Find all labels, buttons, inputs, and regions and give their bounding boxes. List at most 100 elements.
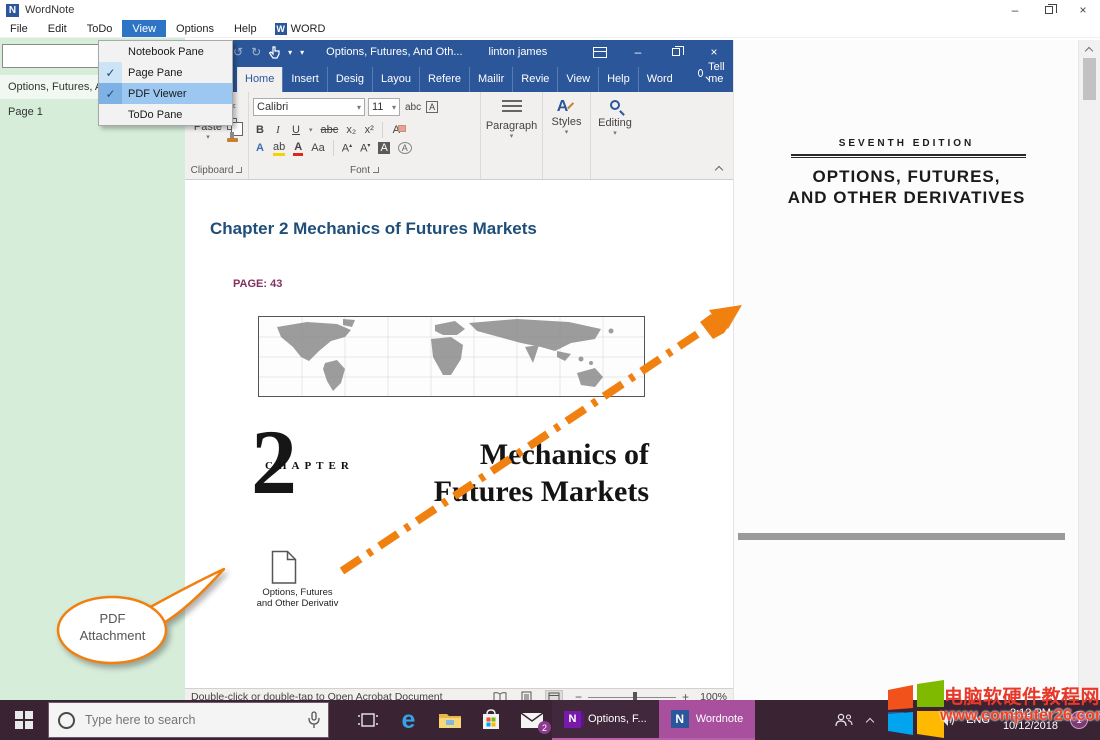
qat-customize-icon[interactable]: ▾	[300, 48, 304, 57]
scrollbar-thumb[interactable]	[1083, 58, 1096, 100]
tray-chevron-up-icon[interactable]	[857, 700, 883, 740]
tray-clock[interactable]: 2:12 PM 10/12/2018	[995, 707, 1066, 733]
taskbar-button-onenote[interactable]: N Options, F...	[552, 700, 659, 740]
restore-button[interactable]	[1032, 0, 1066, 20]
font-name-combo[interactable]: Calibri▾	[253, 98, 365, 116]
zoom-slider[interactable]	[588, 697, 676, 698]
tray-onenote-icon[interactable]: N	[883, 700, 909, 740]
font-color-icon[interactable]: A	[293, 141, 303, 156]
tab-mailings[interactable]: Mailir	[469, 67, 512, 92]
store-icon[interactable]	[470, 700, 511, 740]
tab-layout[interactable]: Layou	[372, 67, 419, 92]
underline-button[interactable]: U	[291, 124, 301, 136]
tab-home[interactable]: Home	[237, 67, 282, 92]
clipboard-dialog-launcher-icon[interactable]	[236, 167, 242, 173]
menu-file[interactable]: File	[0, 20, 38, 37]
taskbar-search[interactable]	[48, 702, 329, 738]
touch-mode-icon[interactable]	[269, 46, 280, 59]
editing-button[interactable]: Editing ▾	[591, 98, 639, 137]
edge-icon[interactable]: e	[388, 700, 429, 740]
font-size-combo[interactable]: 11▾	[368, 98, 400, 116]
word-document-title: Options, Futures, And Oth...	[326, 46, 462, 58]
menu-todo[interactable]: ToDo	[77, 20, 123, 37]
pdf-edition-text: SEVENTH EDITION	[734, 138, 1079, 149]
tray-language[interactable]: ENG	[961, 714, 995, 726]
styles-button[interactable]: A Styles ▾	[543, 98, 590, 136]
taskbar-search-input[interactable]	[85, 713, 265, 727]
redo-icon[interactable]: ↻	[251, 45, 261, 59]
wordnote-taskbar-icon: N	[671, 710, 689, 728]
editing-label: Editing	[591, 117, 639, 129]
people-icon[interactable]	[831, 700, 857, 740]
pdf-attachment-icon[interactable]	[271, 550, 298, 585]
grow-font-button[interactable]: A▴	[342, 142, 352, 155]
tab-insert[interactable]: Insert	[282, 67, 327, 92]
text-effects-icon[interactable]: A	[255, 142, 265, 154]
menu-item-todo-pane[interactable]: ToDo Pane	[99, 104, 232, 125]
ribbon-display-button[interactable]	[581, 40, 619, 64]
underline-caret-icon[interactable]: ▾	[309, 126, 313, 134]
superscript-button[interactable]: x²	[364, 124, 374, 136]
menu-item-notebook-pane[interactable]: Notebook Pane	[99, 41, 232, 62]
view-dropdown-menu: Notebook Pane ✓ Page Pane ✓ PDF Viewer T…	[98, 40, 233, 126]
tell-me-box[interactable]: Tell me	[689, 55, 737, 92]
menu-options[interactable]: Options	[166, 20, 224, 37]
character-border-icon[interactable]: A	[426, 101, 438, 113]
notification-badge[interactable]: 1	[1070, 711, 1088, 729]
menu-help[interactable]: Help	[224, 20, 267, 37]
tab-word[interactable]: Word	[638, 67, 681, 92]
onenote-icon: N	[564, 711, 581, 728]
tab-design[interactable]: Desig	[327, 67, 372, 92]
close-button[interactable]: ×	[1066, 0, 1100, 20]
tab-references[interactable]: Refere	[419, 67, 469, 92]
word-titlebar: ↺ ↻ ▾ ▾ Options, Futures, And Oth... lin…	[185, 40, 733, 64]
font-dialog-launcher-icon[interactable]	[373, 167, 379, 173]
file-explorer-icon[interactable]	[429, 700, 470, 740]
menu-item-page-pane[interactable]: ✓ Page Pane	[99, 62, 232, 83]
word-minimize-button[interactable]: –	[619, 40, 657, 64]
menu-view[interactable]: View	[122, 20, 166, 37]
menu-item-pdf-viewer[interactable]: ✓ PDF Viewer	[99, 83, 232, 104]
tab-review[interactable]: Revie	[512, 67, 557, 92]
paragraph-button[interactable]: Paragraph ▾	[481, 98, 542, 140]
task-view-button[interactable]	[347, 700, 388, 740]
menu-word[interactable]: W WORD	[267, 20, 334, 37]
scrollbar-up-icon[interactable]	[1086, 46, 1093, 53]
notebook-search-input[interactable]	[2, 44, 103, 68]
italic-button[interactable]: I	[273, 124, 283, 136]
qat-caret-icon[interactable]: ▾	[288, 48, 292, 57]
pdf-scrollbar[interactable]	[1078, 40, 1100, 700]
shrink-font-button[interactable]: A▾	[360, 142, 370, 155]
subscript-button[interactable]: x₂	[346, 124, 356, 136]
system-tray: N ✳ ENG 2:12 PM 10/12/2018 1	[831, 700, 1100, 740]
menu-edit[interactable]: Edit	[38, 20, 77, 37]
volume-icon[interactable]	[935, 700, 961, 740]
format-painter-icon[interactable]	[227, 138, 238, 142]
left-pane: Options, Futures, A Page 1	[0, 38, 185, 700]
paragraph-group: Paragraph ▾	[481, 92, 543, 179]
clear-formatting-icon[interactable]: A	[391, 124, 401, 136]
wordnote-logo-icon: N	[6, 4, 19, 17]
undo-icon[interactable]: ↺	[233, 45, 243, 59]
phonetic-guide-icon[interactable]: abc	[403, 102, 423, 113]
pdf-page-break	[738, 533, 1065, 540]
strikethrough-button[interactable]: abc	[321, 124, 339, 136]
tray-sparkle-icon[interactable]: ✳	[909, 700, 935, 740]
document-page-label: PAGE: 43	[233, 278, 282, 290]
change-case-button[interactable]: Aa	[311, 142, 324, 154]
taskbar-button-wordnote[interactable]: N Wordnote	[659, 700, 756, 740]
styles-group: A Styles ▾	[543, 92, 591, 179]
mail-icon[interactable]: 2	[511, 700, 552, 740]
character-shading-icon[interactable]: A	[378, 142, 389, 154]
tab-help[interactable]: Help	[598, 67, 638, 92]
collapse-ribbon-icon[interactable]	[715, 165, 723, 173]
highlight-color-icon[interactable]: ab	[273, 141, 285, 156]
tab-view[interactable]: View	[557, 67, 598, 92]
bold-button[interactable]: B	[255, 124, 265, 136]
minimize-button[interactable]: –	[998, 0, 1032, 20]
search-icon	[698, 69, 703, 77]
enclose-characters-icon[interactable]: A	[398, 142, 412, 154]
editing-group: Editing ▾	[591, 92, 639, 179]
start-button[interactable]	[0, 700, 48, 740]
microphone-icon[interactable]	[308, 711, 320, 729]
